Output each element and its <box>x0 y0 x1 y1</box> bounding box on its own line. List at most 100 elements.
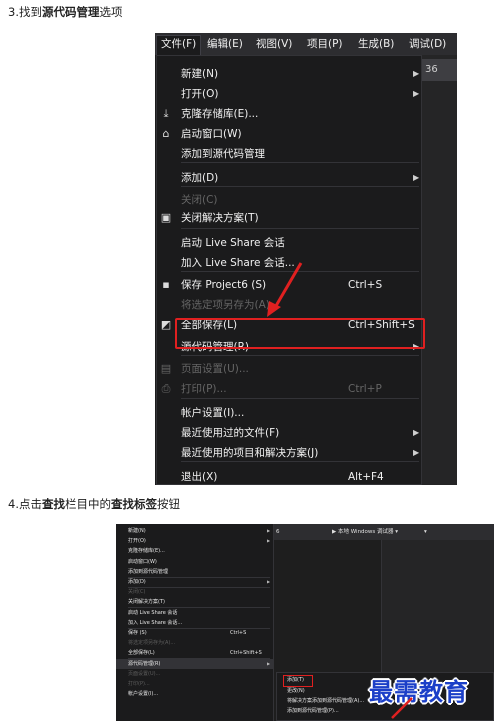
menu-item-shortcut: Ctrl+S <box>348 279 383 291</box>
small-menu-item-label: 保存 (S) <box>128 630 147 636</box>
menu-build[interactable]: 生成(B) <box>354 36 398 53</box>
small-menu-item-1[interactable]: 新建(N) ▶ <box>116 526 274 536</box>
small-menu-item-label: 帐户设置(I)... <box>128 691 159 698</box>
small-menu-item-label: 全部保存(L) <box>128 650 155 657</box>
save-all-icon: ◩ <box>160 318 172 331</box>
menu-item-18[interactable]: 最近使用过的文件(F) ▶ <box>157 423 423 443</box>
pointer-arrow-small <box>391 697 413 719</box>
small-menu-item-12: 将选定项另存为(A)... <box>116 638 274 648</box>
menu-item-label: 页面设置(U)... <box>181 363 249 375</box>
menu-item-8[interactable]: ▣ 关闭解决方案(T) <box>157 208 423 228</box>
small-menu-item-6[interactable]: 添加(D) ▶ <box>116 577 274 587</box>
small-menu-item-14[interactable]: 源代码管理(R) ▶ <box>116 658 274 669</box>
submenu-change[interactable]: 更改(N) <box>287 687 305 696</box>
page-setup-icon: ▤ <box>160 362 172 375</box>
clone-icon: ⤓ <box>163 107 169 120</box>
step4-suffix: 按钮 <box>156 497 180 511</box>
close-solution-icon: ▣ <box>160 211 172 224</box>
menu-item-2[interactable]: 打开(O) ▶ <box>157 84 423 104</box>
step4-prefix: 4.点击 <box>8 497 42 511</box>
toolbar-left-text: 6 <box>276 529 280 535</box>
chevron-right-icon: ▶ <box>413 69 420 78</box>
menu-debug[interactable]: 调试(D) <box>405 36 450 53</box>
small-menu-item-label: 加入 Live Share 会话... <box>128 619 183 626</box>
menu-item-label: 帐户设置(I)... <box>181 407 245 419</box>
toolbar: 6 ▶ 本地 Windows 调试器 ▾ ▾ <box>274 524 494 540</box>
menu-bar: 文件(F) 编辑(E) 视图(V) 项目(P) 生成(B) 调试(D) <box>155 33 457 55</box>
small-menu-item-17[interactable]: 帐户设置(I)... <box>116 689 274 699</box>
menu-item-5[interactable]: 添加到源代码管理 <box>157 144 423 164</box>
menu-file[interactable]: 文件(F) <box>156 35 202 55</box>
menu-edit[interactable]: 编辑(E) <box>203 36 247 53</box>
menu-item-20[interactable]: 退出(X) Alt+F4 <box>157 467 423 485</box>
start-window-icon: ⌂ <box>162 127 170 140</box>
step3-bold: 源代码管理 <box>41 5 100 19</box>
local-debugger-button[interactable]: ▶ 本地 Windows 调试器 ▾ <box>332 527 398 537</box>
menu-item-label: 关闭(C) <box>181 194 218 206</box>
submenu-add-to-source-control[interactable]: 添加到源代码管理(P)... <box>287 707 339 716</box>
small-menu-item-9[interactable]: 启动 Live Share 会话 <box>116 608 274 618</box>
small-menu-item-label: 新建(N) <box>128 528 146 534</box>
small-menu-item-label: 打开(O) <box>128 538 146 545</box>
save-icon: ▪ <box>162 278 170 291</box>
small-menu-item-label: 克隆存储库(E)... <box>128 548 165 555</box>
menu-project[interactable]: 项目(P) <box>303 36 347 53</box>
small-menu-item-7: 关闭(C) <box>116 587 274 597</box>
menu-item-1[interactable]: 新建(N) ▶ <box>157 64 423 84</box>
small-menu-item-16: 打印(P)... <box>116 679 274 689</box>
editor-background <box>422 55 457 485</box>
menu-item-4[interactable]: ⌂ 启动窗口(W) <box>157 124 423 144</box>
small-menu-item-label: 添加(D) <box>128 579 146 585</box>
small-menu-item-label: 添加到源代码管理 <box>128 568 169 575</box>
menu-item-9[interactable]: 启动 Live Share 会话 <box>157 233 423 253</box>
small-menu-item-2[interactable]: 打开(O) ▶ <box>116 536 274 546</box>
small-menu-item-label: 关闭(C) <box>128 589 146 596</box>
menu-item-17[interactable]: 帐户设置(I)... <box>157 403 423 423</box>
menu-item-label: 打开(O) <box>181 88 219 100</box>
small-menu-item-13[interactable]: 全部保存(L) Ctrl+Shift+S <box>116 648 274 658</box>
step4-mid1: 栏目中的 <box>64 497 111 511</box>
menu-separator <box>181 228 419 229</box>
small-menu-item-8[interactable]: 关闭解决方案(T) <box>116 597 274 607</box>
toolbar-extra-dropdown[interactable]: ▾ <box>424 527 427 537</box>
chevron-right-icon: ▶ <box>413 173 420 182</box>
step4-bold1: 查找 <box>41 497 65 511</box>
menu-item-label: 添加(D) <box>181 172 219 184</box>
small-menu-item-label: 将选定项另存为(A)... <box>128 640 176 647</box>
small-menu-item-shortcut: Ctrl+S <box>230 630 247 636</box>
document-tab[interactable]: 36 <box>422 59 457 81</box>
menu-item-label: 保存 Project6 (S) <box>181 279 267 291</box>
chevron-right-icon: ▶ <box>267 579 271 584</box>
chevron-right-icon: ▶ <box>413 428 420 437</box>
small-menu-item-10[interactable]: 加入 Live Share 会话... <box>116 618 274 628</box>
chevron-right-icon: ▶ <box>267 538 271 544</box>
small-menu-item-shortcut: Ctrl+Shift+S <box>230 650 262 657</box>
submenu-highlight-box <box>283 675 313 687</box>
menu-item-16: ⎙ 打印(P)... Ctrl+P <box>157 379 423 399</box>
file-dropdown-menu-small: 新建(N) ▶ 打开(O) ▶ 克隆存储库(E)... 启动窗口(W) 添加到源代码管理 添加… <box>116 524 274 721</box>
source-control-highlight-box <box>175 318 425 349</box>
menu-item-label: 退出(X) <box>181 471 218 483</box>
menu-item-19[interactable]: 最近使用的项目和解决方案(J) ▶ <box>157 443 423 463</box>
submenu-add-solution[interactable]: 将解决方案添加到源代码管理(A)... <box>287 697 364 706</box>
small-menu-item-label: 启动 Live Share 会话 <box>128 609 178 616</box>
menu-item-label: 启动窗口(W) <box>181 128 242 140</box>
small-menu-item-label: 关闭解决方案(T) <box>128 599 165 606</box>
small-menu-item-3[interactable]: 克隆存储库(E)... <box>116 546 274 556</box>
small-menu-item-label: 打印(P)... <box>128 681 150 687</box>
chevron-right-icon: ▶ <box>413 448 420 457</box>
menu-item-label: 关闭解决方案(T) <box>181 212 259 224</box>
menu-item-15: ▤ 页面设置(U)... <box>157 359 423 379</box>
menu-item-label: 启动 Live Share 会话 <box>181 237 285 249</box>
small-menu-item-15: 页面设置(U)... <box>116 669 274 679</box>
menu-view[interactable]: 视图(V) <box>252 36 296 53</box>
chevron-right-icon: ▶ <box>413 89 420 98</box>
small-menu-item-4[interactable]: 启动窗口(W) <box>116 557 274 567</box>
menu-item-shortcut: Alt+F4 <box>348 471 384 483</box>
step4-bold2: 查找标签 <box>110 497 157 511</box>
menu-item-6[interactable]: 添加(D) ▶ <box>157 168 423 188</box>
small-menu-item-11[interactable]: 保存 (S) Ctrl+S <box>116 628 274 638</box>
menu-item-3[interactable]: ⤓ 克隆存储库(E)... <box>157 104 423 124</box>
small-menu-item-5[interactable]: 添加到源代码管理 <box>116 567 274 577</box>
file-menu-screenshot: 文件(F) 编辑(E) 视图(V) 项目(P) 生成(B) 调试(D) 36 新… <box>155 33 457 485</box>
